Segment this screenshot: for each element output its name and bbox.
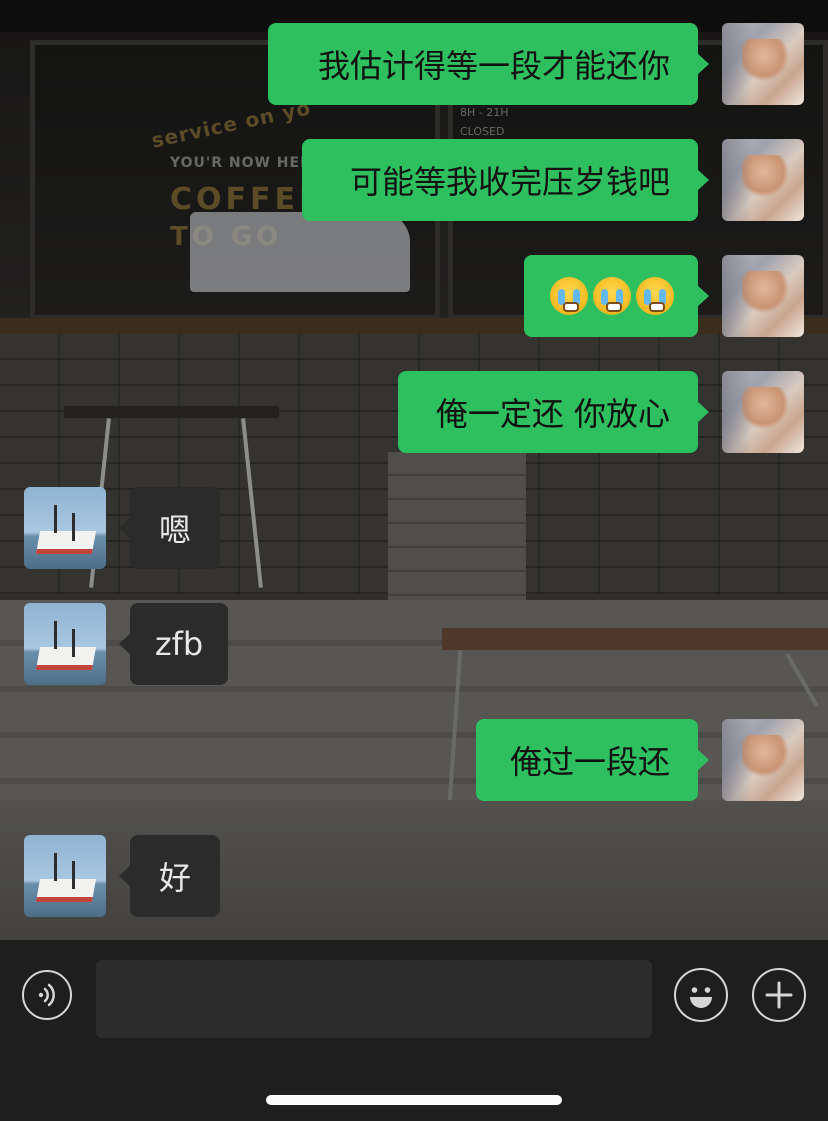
voice-input-button[interactable] — [22, 970, 72, 1020]
message-bubble[interactable]: 我估计得等一段才能还你 — [268, 23, 709, 105]
my-avatar[interactable] — [722, 719, 804, 801]
crying-face-emoji — [550, 277, 588, 315]
contact-avatar[interactable] — [24, 835, 106, 917]
message-bubble[interactable]: zfb — [119, 603, 228, 685]
my-avatar[interactable] — [722, 255, 804, 337]
chat-input-bar — [0, 940, 828, 1121]
more-functions-button[interactable] — [752, 968, 806, 1022]
message-bubble[interactable]: 俺过一段还 — [476, 719, 709, 801]
my-avatar[interactable] — [722, 139, 804, 221]
my-avatar[interactable] — [722, 371, 804, 453]
message-text-input[interactable] — [96, 960, 652, 1038]
emoji-button[interactable] — [674, 968, 728, 1022]
crying-face-emoji — [593, 277, 631, 315]
home-indicator[interactable] — [266, 1095, 562, 1105]
my-avatar[interactable] — [722, 23, 804, 105]
message-text: 好 — [158, 859, 191, 897]
emoji-icon — [690, 987, 712, 1008]
message-bubble[interactable]: 可能等我收完压岁钱吧 — [302, 139, 709, 221]
message-text: 俺过一段还 — [509, 743, 670, 781]
contact-avatar[interactable] — [24, 487, 106, 569]
message-text: 我估计得等一段才能还你 — [317, 47, 670, 85]
message-text: 嗯 — [158, 511, 191, 549]
message-bubble[interactable]: 好 — [119, 835, 220, 917]
message-text: zfb — [154, 625, 204, 663]
message-text: 可能等我收完压岁钱吧 — [349, 163, 670, 201]
chat-message-list[interactable]: 我估计得等一段才能还你 可能等我收完压岁钱吧 俺一定还 你放心 嗯 zfb 俺过… — [0, 0, 828, 940]
message-bubble[interactable]: 嗯 — [119, 487, 220, 569]
message-bubble[interactable] — [524, 255, 709, 337]
plus-icon — [765, 981, 793, 1009]
crying-face-emoji — [636, 277, 674, 315]
contact-avatar[interactable] — [24, 603, 106, 685]
voice-icon — [38, 983, 55, 1007]
message-text: 俺一定还 你放心 — [435, 395, 670, 433]
message-bubble[interactable]: 俺一定还 你放心 — [398, 371, 709, 453]
